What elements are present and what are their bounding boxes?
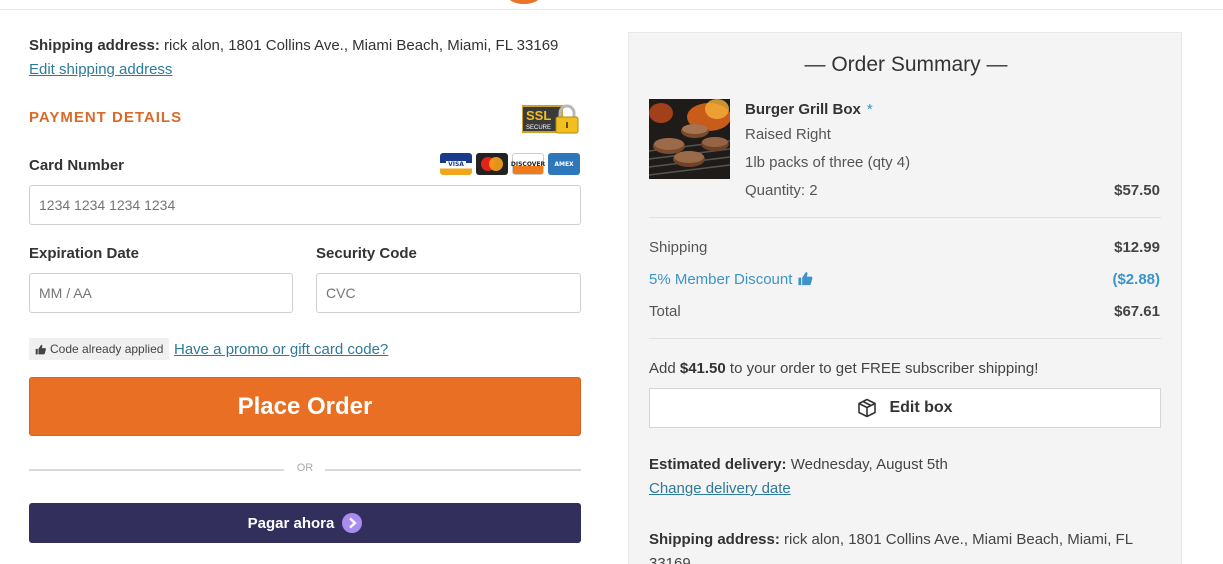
card-number-input[interactable]: 1234 1234 1234 1234 — [29, 185, 581, 225]
free-shipping-prefix: Add — [649, 360, 680, 377]
product-name-text: Burger Grill Box — [745, 101, 861, 118]
place-order-button[interactable]: Place Order — [29, 377, 581, 436]
summary-divider — [649, 338, 1161, 339]
product-quantity: Quantity: 2 — [745, 182, 818, 199]
discover-icon: DISCOVER — [511, 153, 545, 175]
product-name: Burger Grill Box * — [745, 101, 873, 118]
card-logos: VISA DISCOVER AMEX — [440, 153, 580, 175]
expiration-date-input[interactable]: MM / AA — [29, 273, 293, 313]
summary-shipping-address: Shipping address: rick alon, 1801 Collin… — [649, 528, 1161, 564]
ssl-secure-badge: SSL SECURE — [521, 104, 580, 134]
or-line-right — [325, 469, 581, 471]
shipping-cost-value: $12.99 — [1114, 239, 1160, 256]
summary-shipping-label: Shipping address: — [649, 531, 780, 548]
edit-shipping-address-link[interactable]: Edit shipping address — [29, 61, 172, 78]
payment-details-title: PAYMENT DETAILS — [29, 109, 183, 126]
visa-text: VISA — [446, 160, 466, 168]
or-line-left — [29, 469, 284, 471]
or-text: OR — [296, 462, 314, 474]
or-divider: OR — [29, 460, 581, 478]
change-delivery-date-link[interactable]: Change delivery date — [649, 480, 791, 497]
product-star: * — [866, 101, 873, 118]
mastercard-icon — [476, 153, 508, 175]
lock-icon — [555, 104, 579, 134]
pagar-ahora-label: Pagar ahora — [247, 514, 335, 532]
estimated-delivery-label: Estimated delivery: — [649, 456, 787, 473]
total-value: $67.61 — [1114, 303, 1160, 320]
amex-icon: AMEX — [548, 153, 580, 175]
order-summary-panel: — Order Summary — Burger Grill Box * Rais… — [628, 32, 1182, 564]
member-discount-label: 5% Member Discount — [649, 271, 813, 288]
shipping-address-value: rick alon, 1801 Collins Ave., Miami Beac… — [159, 37, 559, 54]
code-applied-text: Code already applied — [50, 342, 164, 356]
promo-code-link[interactable]: Have a promo or gift card code? — [174, 341, 388, 358]
expiration-date-label: Expiration Date — [29, 245, 140, 262]
code-applied-badge: Code already applied — [29, 338, 170, 360]
free-shipping-suffix: to your order to get FREE subscriber shi… — [725, 360, 1039, 377]
member-discount-value: ($2.88) — [1112, 271, 1160, 288]
order-summary-title: — Order Summary — — [804, 53, 1008, 76]
product-variant: 1lb packs of three (qty 4) — [745, 154, 911, 171]
thumbs-up-icon — [798, 271, 812, 286]
chevron-right-icon — [342, 513, 363, 533]
visa-icon: VISA — [440, 153, 472, 175]
free-shipping-amount: $41.50 — [679, 360, 726, 377]
pagar-ahora-button[interactable]: Pagar ahora — [29, 503, 581, 543]
edit-box-label: Edit box — [889, 399, 953, 416]
free-shipping-note: Add $41.50 to your order to get FREE sub… — [649, 360, 1038, 377]
product-image — [649, 99, 730, 179]
summary-divider — [649, 217, 1161, 218]
shipping-address-label: Shipping address: — [29, 37, 160, 54]
box-icon — [858, 398, 877, 418]
estimated-delivery: Estimated delivery: Wednesday, August 5t… — [649, 456, 948, 473]
estimated-delivery-value: Wednesday, August 5th — [786, 456, 948, 473]
ssl-badge-text: SSL — [526, 108, 551, 123]
edit-box-button[interactable]: Edit box — [649, 388, 1161, 428]
shipping-cost-label: Shipping — [649, 239, 708, 256]
security-code-input[interactable]: CVC — [316, 273, 581, 313]
product-brand: Raised Right — [745, 126, 831, 143]
product-price: $57.50 — [1114, 182, 1160, 199]
security-code-label: Security Code — [316, 245, 417, 262]
card-number-label: Card Number — [29, 157, 125, 174]
shipping-address-line: Shipping address: rick alon, 1801 Collin… — [29, 37, 558, 54]
ssl-badge-subtext: SECURE — [526, 125, 551, 131]
payment-column: Shipping address: rick alon, 1801 Collin… — [29, 0, 581, 564]
thumbs-up-icon — [35, 344, 46, 354]
total-label: Total — [649, 303, 681, 320]
member-discount-text: 5% Member Discount — [649, 271, 793, 288]
